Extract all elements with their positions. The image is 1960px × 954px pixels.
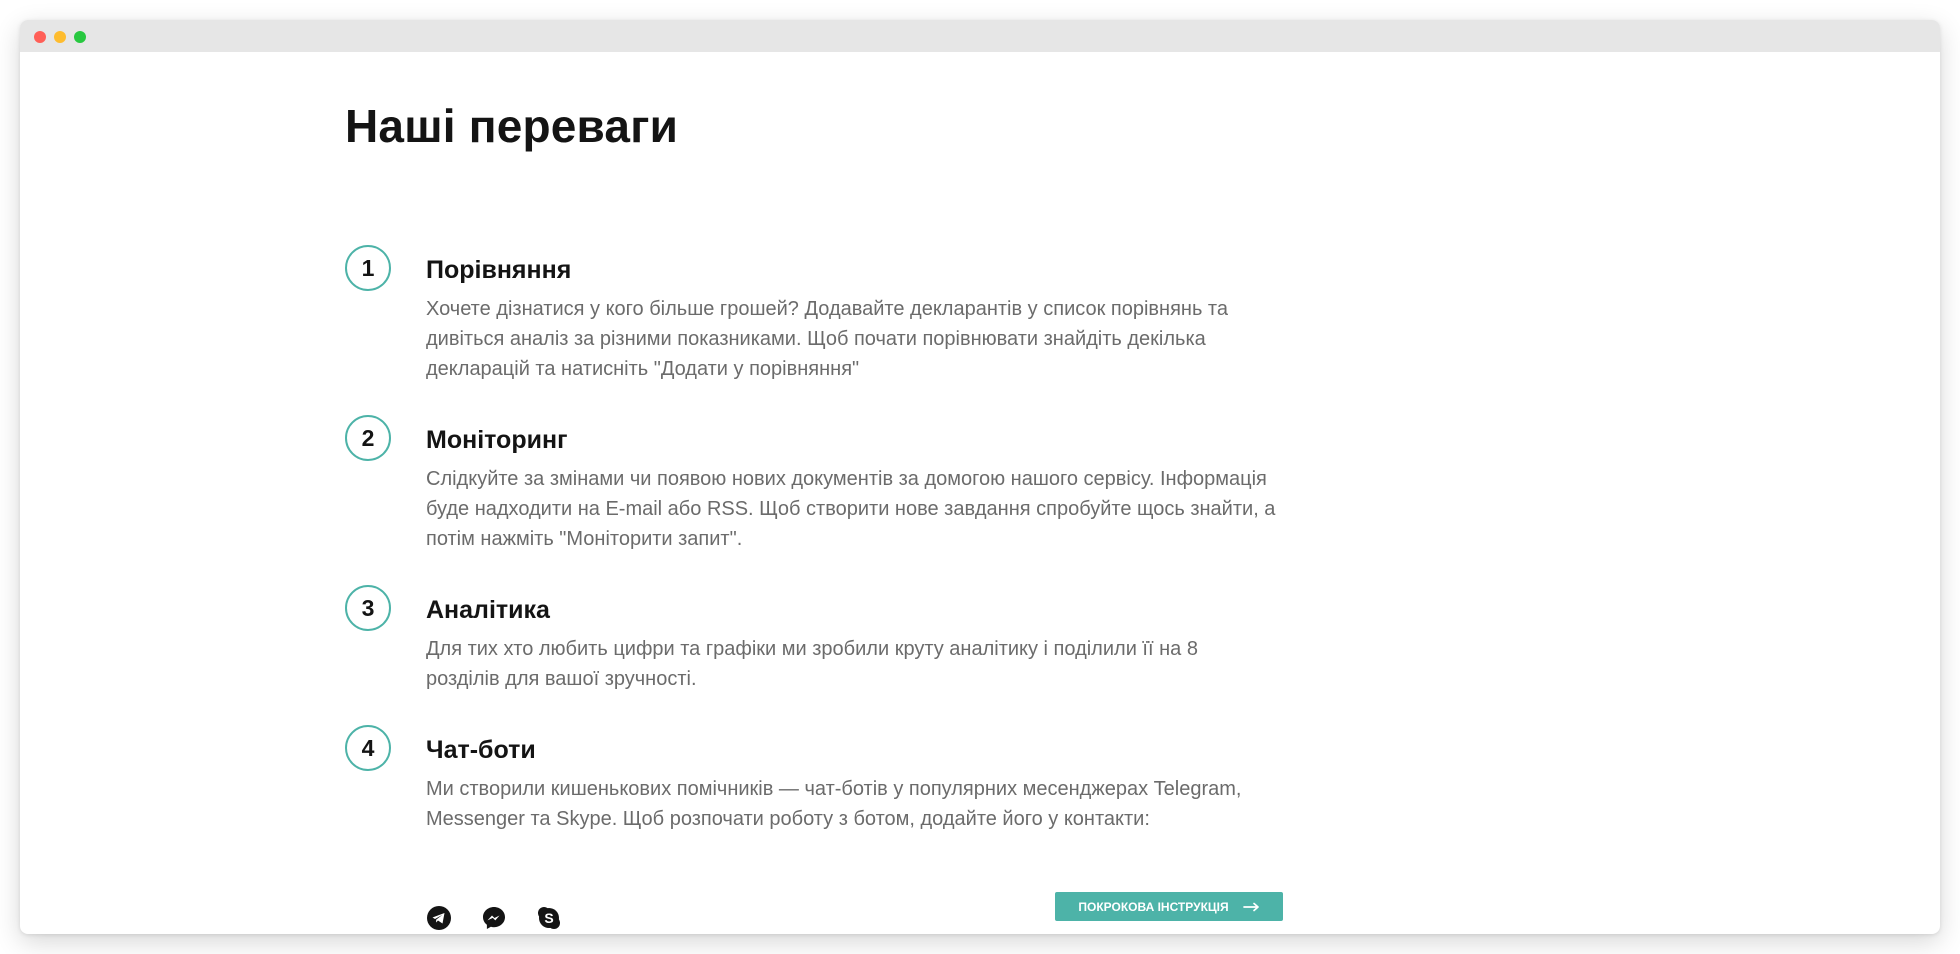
feature-description: Ми створили кишенькових помічників — чат…	[426, 778, 1242, 830]
close-window-button[interactable]	[34, 31, 46, 43]
advantages-section: Наші переваги 1 Порівняння Хочете дізнат…	[20, 52, 1940, 934]
feature-description: Хочете дізнатися у кого більше грошей? Д…	[426, 298, 1228, 380]
minimize-window-button[interactable]	[54, 31, 66, 43]
section-title: Наші переваги	[345, 100, 679, 152]
messenger-icon[interactable]	[481, 905, 507, 931]
browser-window: Наші переваги 1 Порівняння Хочете дізнат…	[20, 20, 1940, 934]
feature-number-badge: 1	[345, 245, 391, 291]
feature-number-badge: 3	[345, 585, 391, 631]
guide-button-label: ПОКРОКОВА ІНСТРУКЦІЯ	[1078, 899, 1229, 914]
feature-title: Моніторинг	[426, 426, 568, 454]
telegram-icon[interactable]	[426, 905, 452, 931]
arrow-right-icon	[1242, 902, 1259, 911]
feature-title: Чат-боти	[426, 736, 536, 764]
maximize-window-button[interactable]	[74, 31, 86, 43]
feature-number-badge: 4	[345, 725, 391, 771]
feature-description: Для тих хто любить цифри та графіки ми з…	[426, 638, 1198, 690]
skype-icon[interactable]: S	[536, 905, 562, 931]
feature-title: Аналітика	[426, 596, 550, 624]
window-titlebar	[20, 20, 1940, 52]
step-by-step-guide-button[interactable]: ПОКРОКОВА ІНСТРУКЦІЯ	[1055, 892, 1283, 921]
feature-description: Слідкуйте за змінами чи появою нових док…	[426, 468, 1276, 550]
svg-text:S: S	[544, 910, 553, 926]
feature-number-badge: 2	[345, 415, 391, 461]
feature-title: Порівняння	[426, 256, 572, 284]
